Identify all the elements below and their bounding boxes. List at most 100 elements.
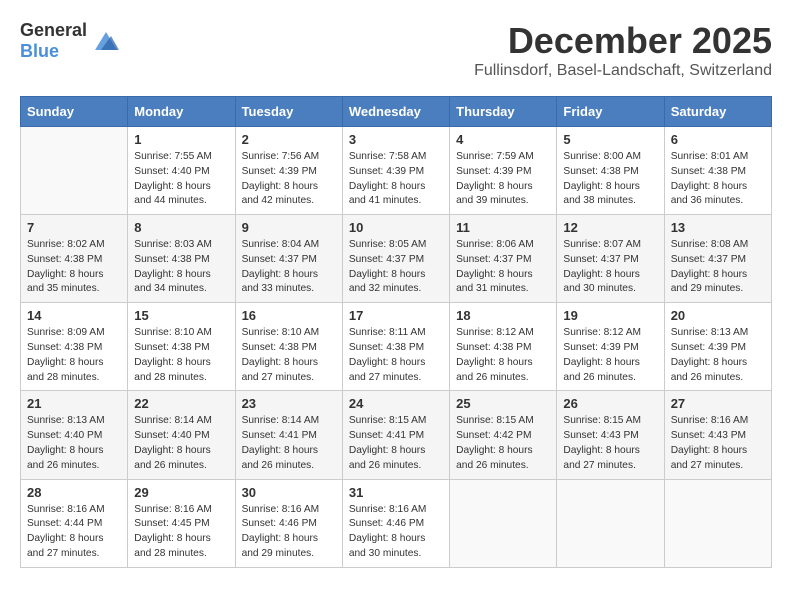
- weekday-header-row: SundayMondayTuesdayWednesdayThursdayFrid…: [21, 97, 772, 127]
- day-info: Sunrise: 8:15 AM Sunset: 4:43 PM Dayligh…: [563, 414, 657, 473]
- day-number: 29: [134, 485, 228, 500]
- day-number: 13: [671, 220, 765, 235]
- calendar-day-cell: [664, 479, 771, 567]
- day-number: 18: [456, 308, 550, 323]
- day-number: 4: [456, 132, 550, 147]
- calendar-day-cell: 9Sunrise: 8:04 AM Sunset: 4:37 PM Daylig…: [235, 215, 342, 303]
- day-info: Sunrise: 8:10 AM Sunset: 4:38 PM Dayligh…: [134, 326, 228, 385]
- calendar-day-cell: 1 Sunrise: 7:55 AM Sunset: 4:40 PM Daylig…: [128, 127, 235, 215]
- logo: General Blue: [20, 20, 121, 62]
- calendar-day-cell: 20Sunrise: 8:13 AM Sunset: 4:39 PM Dayli…: [664, 303, 771, 391]
- calendar-day-cell: 15 Sunrise: 8:10 AM Sunset: 4:38 PM Dayli…: [128, 303, 235, 391]
- calendar-day-cell: 8 Sunrise: 8:03 AM Sunset: 4:38 PM Daylig…: [128, 215, 235, 303]
- calendar-week-row: 28Sunrise: 8:16 AM Sunset: 4:44 PM Dayli…: [21, 479, 772, 567]
- calendar-day-cell: 30 Sunrise: 8:16 AM Sunset: 4:46 PM Dayli…: [235, 479, 342, 567]
- day-info: Sunrise: 8:14 AM Sunset: 4:40 PM Dayligh…: [134, 414, 228, 473]
- day-info: Sunrise: 8:15 AM Sunset: 4:42 PM Dayligh…: [456, 414, 550, 473]
- calendar-day-cell: [21, 127, 128, 215]
- calendar-day-cell: 21Sunrise: 8:13 AM Sunset: 4:40 PM Dayli…: [21, 391, 128, 479]
- calendar-day-cell: 5Sunrise: 8:00 AM Sunset: 4:38 PM Daylig…: [557, 127, 664, 215]
- day-number: 25: [456, 396, 550, 411]
- day-number: 26: [563, 396, 657, 411]
- calendar-day-cell: 28Sunrise: 8:16 AM Sunset: 4:44 PM Dayli…: [21, 479, 128, 567]
- day-info: Sunrise: 8:16 AM Sunset: 4:46 PM Dayligh…: [349, 503, 443, 562]
- day-number: 16: [242, 308, 336, 323]
- calendar-day-cell: 13 Sunrise: 8:08 AM Sunset: 4:37 PM Dayli…: [664, 215, 771, 303]
- day-info: Sunrise: 8:09 AM Sunset: 4:38 PM Dayligh…: [27, 326, 121, 385]
- day-info: Sunrise: 8:16 AM Sunset: 4:44 PM Dayligh…: [27, 503, 121, 562]
- weekday-header-cell: Tuesday: [235, 97, 342, 127]
- calendar-day-cell: 17 Sunrise: 8:11 AM Sunset: 4:38 PM Dayli…: [342, 303, 449, 391]
- day-info: Sunrise: 8:02 AM Sunset: 4:38 PM Dayligh…: [27, 238, 121, 297]
- calendar-day-cell: 26 Sunrise: 8:15 AM Sunset: 4:43 PM Dayli…: [557, 391, 664, 479]
- calendar-day-cell: [557, 479, 664, 567]
- day-number: 11: [456, 220, 550, 235]
- month-title: December 2025: [474, 20, 772, 62]
- calendar-day-cell: 14Sunrise: 8:09 AM Sunset: 4:38 PM Dayli…: [21, 303, 128, 391]
- day-number: 20: [671, 308, 765, 323]
- day-number: 7: [27, 220, 121, 235]
- calendar-day-cell: 27 Sunrise: 8:16 AM Sunset: 4:43 PM Dayli…: [664, 391, 771, 479]
- day-info: Sunrise: 8:03 AM Sunset: 4:38 PM Dayligh…: [134, 238, 228, 297]
- day-info: Sunrise: 8:06 AM Sunset: 4:37 PM Dayligh…: [456, 238, 550, 297]
- weekday-header-cell: Monday: [128, 97, 235, 127]
- day-info: Sunrise: 8:08 AM Sunset: 4:37 PM Dayligh…: [671, 238, 765, 297]
- day-number: 3: [349, 132, 443, 147]
- logo-icon: [91, 28, 121, 54]
- calendar-day-cell: 18Sunrise: 8:12 AM Sunset: 4:38 PM Dayli…: [450, 303, 557, 391]
- calendar-table: SundayMondayTuesdayWednesdayThursdayFrid…: [20, 96, 772, 568]
- day-number: 5: [563, 132, 657, 147]
- day-info: Sunrise: 8:15 AM Sunset: 4:41 PM Dayligh…: [349, 414, 443, 473]
- day-info: Sunrise: 8:01 AM Sunset: 4:38 PM Dayligh…: [671, 150, 765, 209]
- day-info: Sunrise: 8:14 AM Sunset: 4:41 PM Dayligh…: [242, 414, 336, 473]
- day-info: Sunrise: 8:16 AM Sunset: 4:45 PM Dayligh…: [134, 503, 228, 562]
- calendar-week-row: 7 Sunrise: 8:02 AM Sunset: 4:38 PM Daylig…: [21, 215, 772, 303]
- calendar-day-cell: 16 Sunrise: 8:10 AM Sunset: 4:38 PM Dayli…: [235, 303, 342, 391]
- day-info: Sunrise: 7:56 AM Sunset: 4:39 PM Dayligh…: [242, 150, 336, 209]
- day-number: 30: [242, 485, 336, 500]
- calendar-day-cell: 19 Sunrise: 8:12 AM Sunset: 4:39 PM Dayli…: [557, 303, 664, 391]
- day-number: 2: [242, 132, 336, 147]
- calendar-day-cell: 11 Sunrise: 8:06 AM Sunset: 4:37 PM Dayli…: [450, 215, 557, 303]
- day-number: 22: [134, 396, 228, 411]
- page-header: General Blue December 2025 Fullinsdorf, …: [20, 20, 772, 80]
- day-number: 21: [27, 396, 121, 411]
- day-number: 10: [349, 220, 443, 235]
- day-info: Sunrise: 8:16 AM Sunset: 4:46 PM Dayligh…: [242, 503, 336, 562]
- day-number: 17: [349, 308, 443, 323]
- day-number: 1: [134, 132, 228, 147]
- calendar-day-cell: 2 Sunrise: 7:56 AM Sunset: 4:39 PM Daylig…: [235, 127, 342, 215]
- day-number: 8: [134, 220, 228, 235]
- calendar-day-cell: 12 Sunrise: 8:07 AM Sunset: 4:37 PM Dayli…: [557, 215, 664, 303]
- weekday-header-cell: Thursday: [450, 97, 557, 127]
- day-number: 27: [671, 396, 765, 411]
- day-number: 9: [242, 220, 336, 235]
- calendar-day-cell: 7 Sunrise: 8:02 AM Sunset: 4:38 PM Daylig…: [21, 215, 128, 303]
- day-info: Sunrise: 8:10 AM Sunset: 4:38 PM Dayligh…: [242, 326, 336, 385]
- day-info: Sunrise: 8:12 AM Sunset: 4:39 PM Dayligh…: [563, 326, 657, 385]
- day-info: Sunrise: 8:05 AM Sunset: 4:37 PM Dayligh…: [349, 238, 443, 297]
- day-info: Sunrise: 7:58 AM Sunset: 4:39 PM Dayligh…: [349, 150, 443, 209]
- weekday-header-cell: Sunday: [21, 97, 128, 127]
- calendar-day-cell: 25 Sunrise: 8:15 AM Sunset: 4:42 PM Dayli…: [450, 391, 557, 479]
- day-info: Sunrise: 8:07 AM Sunset: 4:37 PM Dayligh…: [563, 238, 657, 297]
- day-info: Sunrise: 7:55 AM Sunset: 4:40 PM Dayligh…: [134, 150, 228, 209]
- day-number: 23: [242, 396, 336, 411]
- calendar-week-row: 1 Sunrise: 7:55 AM Sunset: 4:40 PM Daylig…: [21, 127, 772, 215]
- day-info: Sunrise: 7:59 AM Sunset: 4:39 PM Dayligh…: [456, 150, 550, 209]
- calendar-day-cell: 4 Sunrise: 7:59 AM Sunset: 4:39 PM Daylig…: [450, 127, 557, 215]
- calendar-day-cell: 24 Sunrise: 8:15 AM Sunset: 4:41 PM Dayli…: [342, 391, 449, 479]
- day-info: Sunrise: 8:11 AM Sunset: 4:38 PM Dayligh…: [349, 326, 443, 385]
- day-number: 24: [349, 396, 443, 411]
- day-number: 12: [563, 220, 657, 235]
- calendar-day-cell: 6Sunrise: 8:01 AM Sunset: 4:38 PM Daylig…: [664, 127, 771, 215]
- day-info: Sunrise: 8:16 AM Sunset: 4:43 PM Dayligh…: [671, 414, 765, 473]
- day-number: 15: [134, 308, 228, 323]
- calendar-day-cell: 10 Sunrise: 8:05 AM Sunset: 4:37 PM Dayli…: [342, 215, 449, 303]
- calendar-day-cell: 22 Sunrise: 8:14 AM Sunset: 4:40 PM Dayli…: [128, 391, 235, 479]
- calendar-body: 1 Sunrise: 7:55 AM Sunset: 4:40 PM Daylig…: [21, 127, 772, 568]
- weekday-header-cell: Saturday: [664, 97, 771, 127]
- title-area: December 2025 Fullinsdorf, Basel-Landsch…: [474, 20, 772, 80]
- weekday-header-cell: Friday: [557, 97, 664, 127]
- day-number: 19: [563, 308, 657, 323]
